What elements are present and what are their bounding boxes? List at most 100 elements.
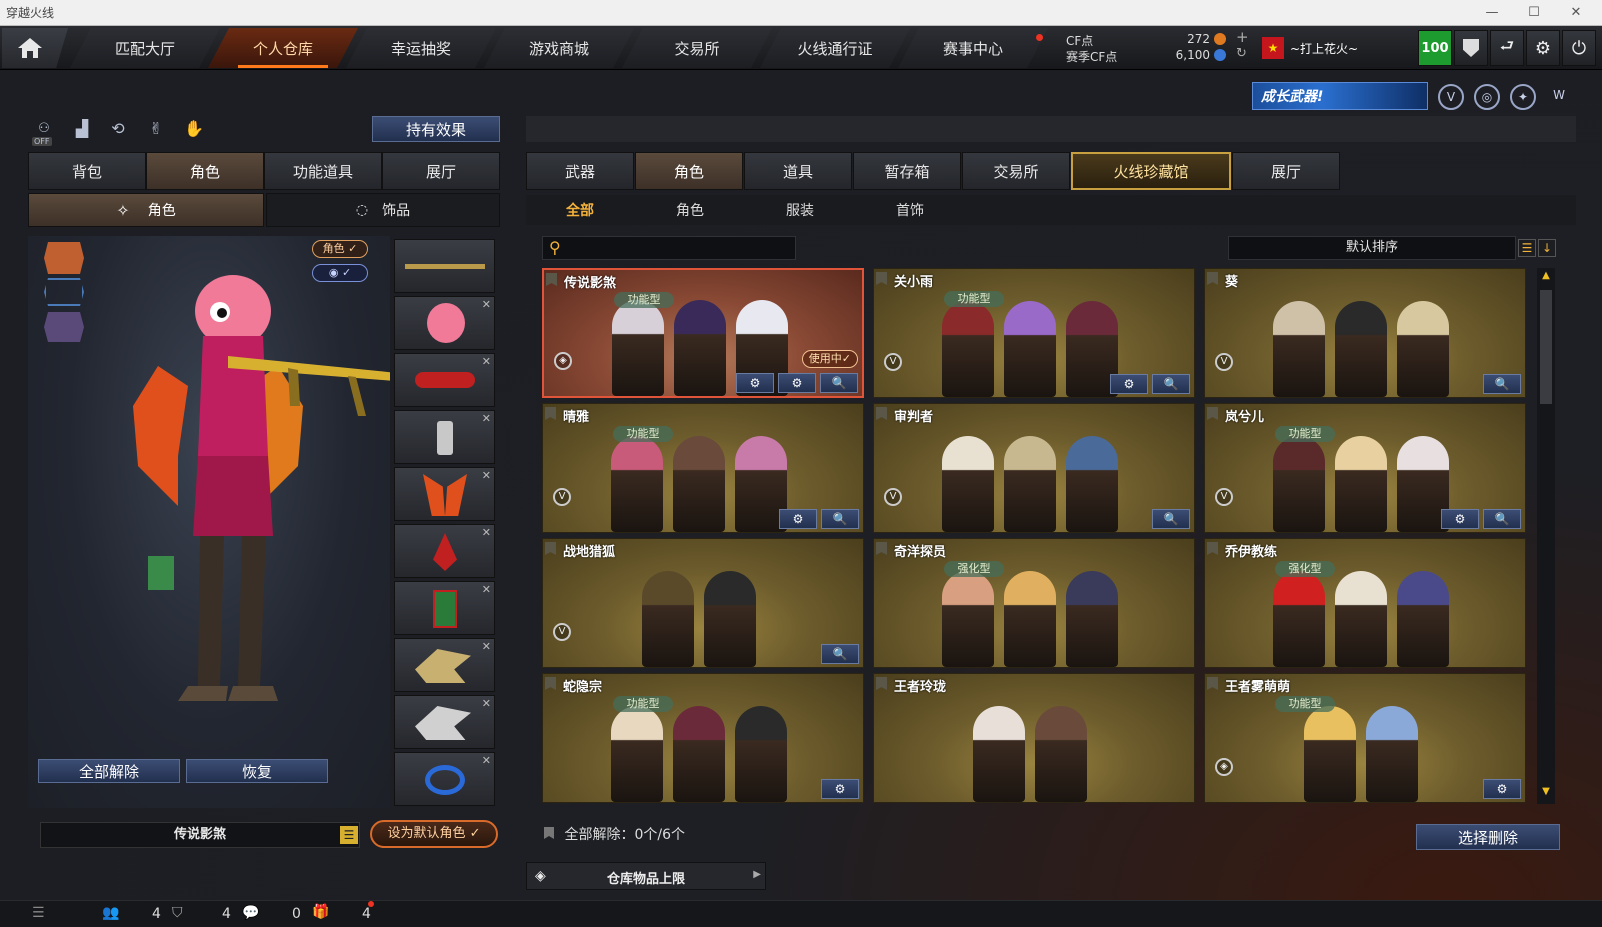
- radio-slot[interactable]: ✕: [394, 410, 495, 464]
- favorite-icon[interactable]: [876, 272, 887, 285]
- favorite-icon[interactable]: [545, 677, 556, 690]
- rotate-icon[interactable]: ⟲: [104, 114, 132, 142]
- growth-weapon-banner[interactable]: 成长武器!: [1252, 82, 1428, 110]
- character-card[interactable]: 传说影煞 功能型 ◈ 使用中✓ ⚙ ⚙ 🔍: [542, 268, 864, 398]
- refresh-icon[interactable]: ↻: [1236, 46, 1247, 61]
- clan-icon[interactable]: ⛉: [172, 905, 183, 921]
- menu-icon[interactable]: ☰: [32, 905, 45, 921]
- left-tab-backpack[interactable]: 背包: [28, 152, 146, 190]
- unequip-all-button[interactable]: 全部解除: [38, 759, 180, 783]
- nav-tab-personal-storage[interactable]: 个人仓库: [208, 28, 358, 68]
- customize-button[interactable]: ⚙: [736, 373, 774, 393]
- sort-order-icon[interactable]: ↓: [1538, 239, 1556, 257]
- list-icon[interactable]: ☰: [340, 826, 358, 844]
- favorite-icon[interactable]: [546, 273, 557, 286]
- character-card[interactable]: 战地猎狐 V 🔍: [542, 538, 864, 668]
- remove-icon[interactable]: ✕: [482, 526, 491, 539]
- customize-button[interactable]: ⚙: [779, 509, 817, 529]
- w-logo-icon[interactable]: W: [1546, 84, 1572, 110]
- customize-button[interactable]: ⚙: [1483, 779, 1521, 799]
- subtab-all[interactable]: 全部: [540, 195, 620, 225]
- character-card[interactable]: 关小雨 功能型 V ⚙ 🔍: [873, 268, 1195, 398]
- scroll-up-icon[interactable]: ▲: [1537, 270, 1555, 286]
- remove-icon[interactable]: ✕: [482, 697, 491, 710]
- set-default-role-button[interactable]: 设为默认角色 ✓: [370, 820, 498, 848]
- close-button[interactable]: ✕: [1556, 0, 1596, 26]
- nav-tab-lucky-draw[interactable]: 幸运抽奖: [346, 28, 496, 68]
- power-button[interactable]: ⏻: [1562, 30, 1596, 66]
- grid-scrollbar[interactable]: ▲ ▼: [1537, 268, 1555, 804]
- inspect-button[interactable]: 🔍: [1152, 374, 1190, 394]
- favorite-icon[interactable]: [545, 407, 556, 420]
- shield-button[interactable]: [1454, 30, 1488, 66]
- remove-icon[interactable]: ✕: [482, 640, 491, 653]
- remove-icon[interactable]: ✕: [482, 412, 491, 425]
- head-slot[interactable]: ✕: [394, 296, 495, 350]
- pet-gold-slot[interactable]: ✕: [394, 638, 495, 692]
- remove-icon[interactable]: ✕: [482, 355, 491, 368]
- off-toggle[interactable]: ⚇ OFF: [30, 114, 58, 146]
- right-tab-exchange[interactable]: 交易所: [962, 152, 1070, 190]
- crest-icon[interactable]: ✦: [1510, 84, 1536, 110]
- favorite-icon[interactable]: [545, 542, 556, 555]
- character-card[interactable]: 岚兮儿 功能型 V ⚙ 🔍: [1204, 403, 1526, 533]
- user-info[interactable]: ★ ~打上花火~: [1262, 30, 1402, 66]
- bracelet-slot[interactable]: ✕: [394, 752, 495, 806]
- character-card[interactable]: 审判者 V 🔍: [873, 403, 1195, 533]
- friends-icon[interactable]: 👥: [102, 905, 119, 921]
- left-tab-showroom[interactable]: 展厅: [382, 152, 500, 190]
- character-preview[interactable]: 角色 ✓ ◉ ✓ 全部解除 恢复: [28, 236, 390, 808]
- inspect-button[interactable]: 🔍: [821, 509, 859, 529]
- right-tab-collection-hall[interactable]: 火线珍藏馆: [1071, 152, 1231, 190]
- subtab-character[interactable]: 角色: [650, 195, 730, 225]
- character-card[interactable]: 王者玲珑: [873, 673, 1195, 803]
- character-card[interactable]: 晴雅 功能型 V ⚙ 🔍: [542, 403, 864, 533]
- subtab-outfit[interactable]: 服装: [760, 195, 840, 225]
- pouch-slot[interactable]: ✕: [394, 581, 495, 635]
- nav-tab-game-shop[interactable]: 游戏商城: [484, 28, 634, 68]
- exit-room-button[interactable]: ⮐: [1490, 30, 1524, 66]
- scroll-down-icon[interactable]: ▼: [1537, 786, 1555, 802]
- right-tab-character[interactable]: 角色: [635, 152, 743, 190]
- chat-icon[interactable]: 💬: [242, 905, 259, 921]
- inspect-button[interactable]: 🔍: [1152, 509, 1190, 529]
- v-medal-icon[interactable]: V: [1438, 84, 1464, 110]
- hand-icon[interactable]: ✋: [180, 114, 208, 142]
- favorite-icon[interactable]: [1207, 677, 1218, 690]
- customize-button[interactable]: ⚙: [1441, 509, 1479, 529]
- search-input[interactable]: [569, 239, 789, 257]
- remove-icon[interactable]: ✕: [482, 583, 491, 596]
- customize-button[interactable]: ⚙: [821, 779, 859, 799]
- favorite-icon[interactable]: [1207, 272, 1218, 285]
- character-card[interactable]: 乔伊教练 强化型: [1204, 538, 1526, 668]
- character-card[interactable]: 奇洋探员 强化型: [873, 538, 1195, 668]
- favorite-icon[interactable]: [876, 542, 887, 555]
- inspect-button[interactable]: 🔍: [1483, 509, 1521, 529]
- add-cf-icon[interactable]: +: [1236, 28, 1249, 46]
- pendant-slot[interactable]: ✕: [394, 524, 495, 578]
- storage-limit-bar[interactable]: ◈ 仓库物品上限 ▶: [526, 862, 766, 890]
- left-subtab-accessory[interactable]: ◌ 饰品: [266, 193, 500, 227]
- home-button[interactable]: [2, 28, 68, 68]
- favorite-icon[interactable]: [1207, 407, 1218, 420]
- right-tab-items[interactable]: 道具: [744, 152, 852, 190]
- select-delete-button[interactable]: 选择删除: [1416, 824, 1560, 850]
- glasses-slot[interactable]: ✕: [394, 353, 495, 407]
- nav-tab-battle-pass[interactable]: 火线通行证: [760, 28, 910, 68]
- remove-icon[interactable]: ✕: [482, 469, 491, 482]
- hold-effect-button[interactable]: 持有效果: [372, 116, 500, 142]
- list-view-icon[interactable]: ☰: [1518, 239, 1536, 257]
- wings-slot[interactable]: ✕: [394, 467, 495, 521]
- inspect-button[interactable]: 🔍: [821, 644, 859, 664]
- remove-icon[interactable]: ✕: [482, 754, 491, 767]
- maximize-button[interactable]: ☐: [1514, 0, 1554, 26]
- globe-icon[interactable]: ◎: [1474, 84, 1500, 110]
- settings-button[interactable]: ⚙: [1526, 30, 1560, 66]
- nav-tab-match-lobby[interactable]: 匹配大厅: [70, 28, 220, 68]
- right-tab-temp-box[interactable]: 暂存箱: [853, 152, 961, 190]
- right-tab-weapon[interactable]: 武器: [526, 152, 634, 190]
- gift-icon[interactable]: 🎁: [312, 904, 329, 920]
- nav-tab-exchange[interactable]: 交易所: [622, 28, 772, 68]
- scroll-thumb[interactable]: [1540, 290, 1552, 404]
- inspect-button[interactable]: 🔍: [1483, 374, 1521, 394]
